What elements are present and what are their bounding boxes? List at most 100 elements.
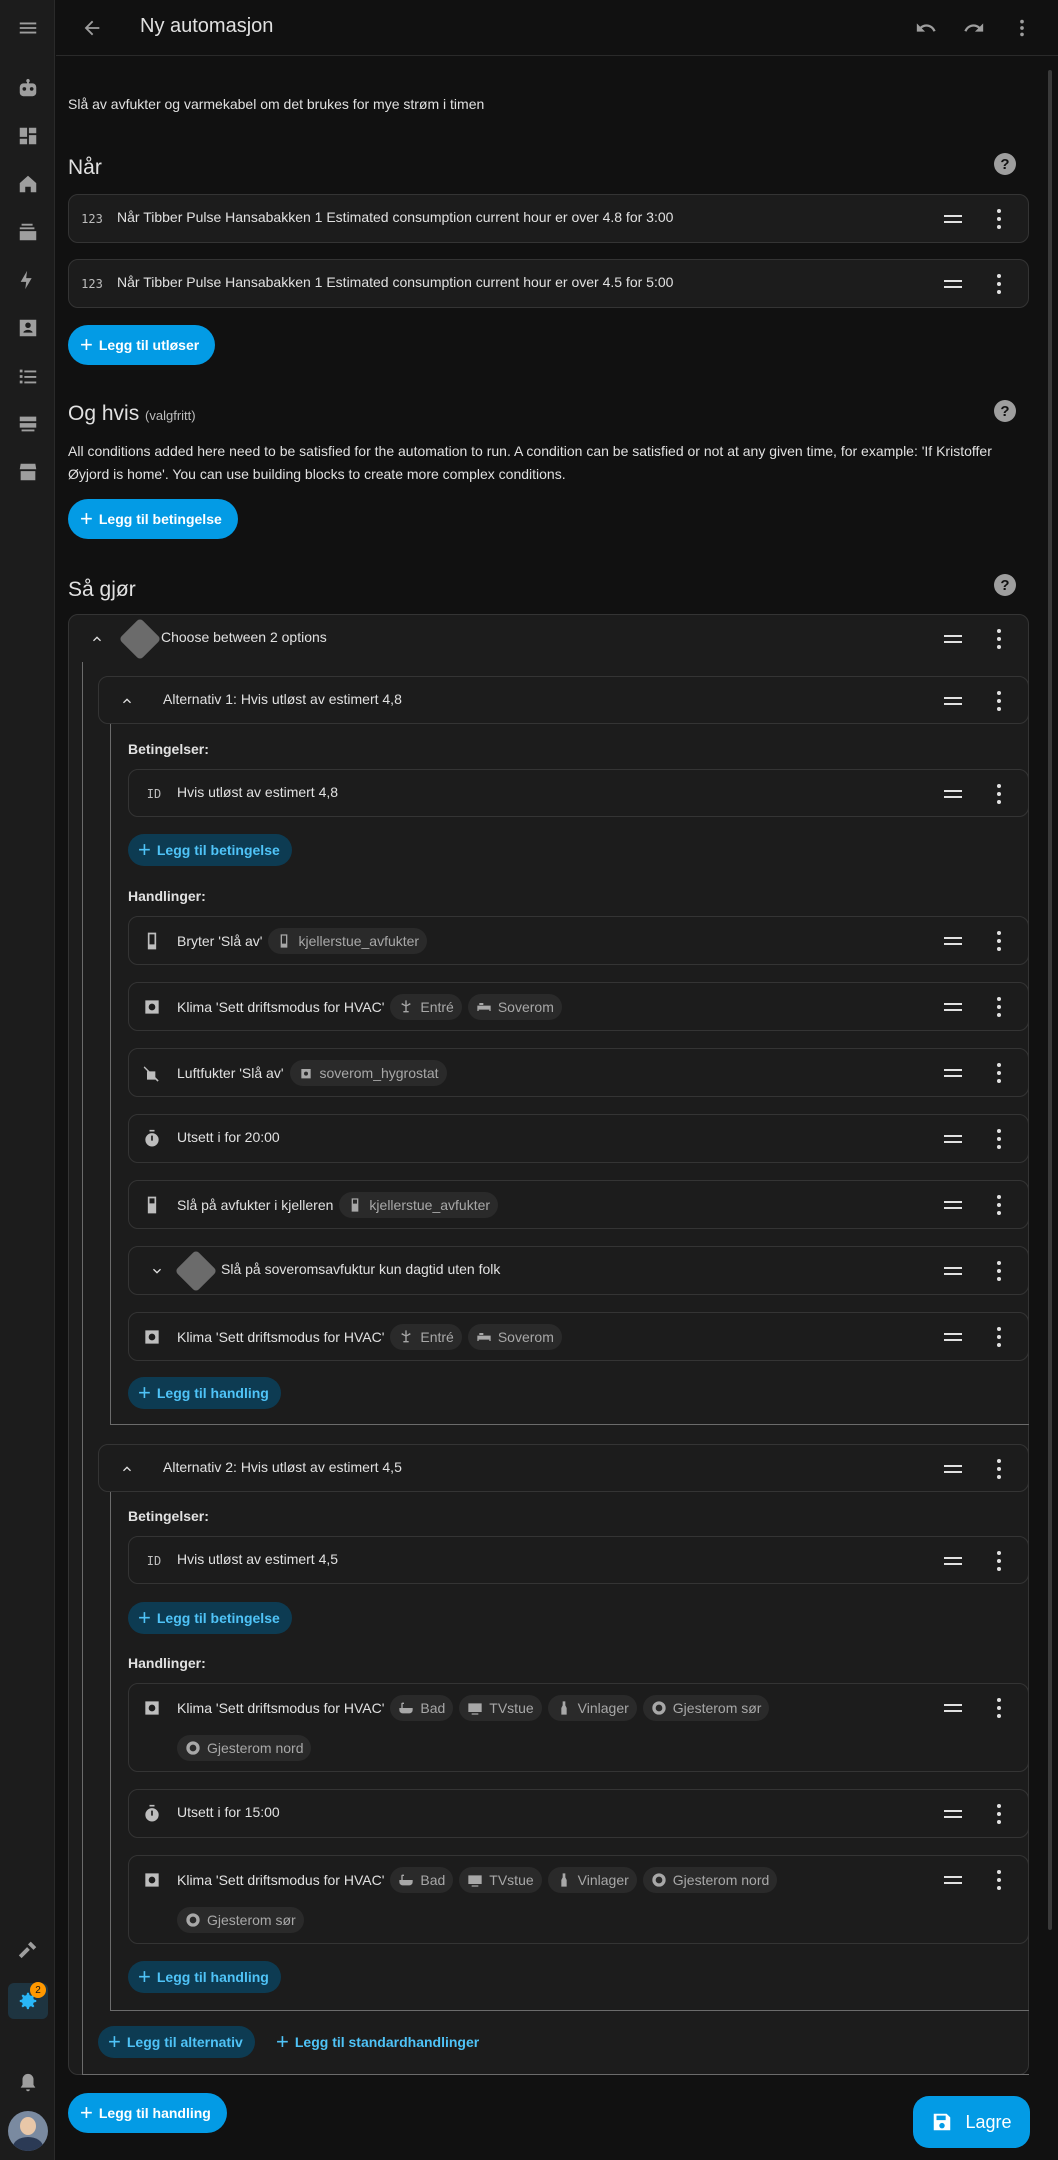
- drag-handle-icon[interactable]: [944, 1810, 962, 1818]
- avatar[interactable]: [8, 2111, 48, 2151]
- help-icon[interactable]: ?: [994, 400, 1016, 422]
- server-icon[interactable]: [14, 410, 42, 438]
- drag-handle-icon[interactable]: [944, 635, 962, 643]
- drag-handle-icon[interactable]: [944, 280, 962, 288]
- drag-handle-icon[interactable]: [944, 1876, 962, 1884]
- area-chip[interactable]: Vinlager: [547, 1867, 637, 1893]
- add-action-button[interactable]: + Legg til handling: [128, 1961, 281, 1993]
- action-card[interactable]: Klima 'Sett driftsmodus for HVAC' Entré So…: [128, 982, 1029, 1031]
- area-chip[interactable]: Entré: [390, 1324, 462, 1350]
- drag-handle-icon[interactable]: [944, 937, 962, 945]
- redo-icon[interactable]: [960, 14, 988, 42]
- add-action-button[interactable]: + Legg til handling: [128, 1377, 281, 1409]
- more-vert-icon[interactable]: [996, 1195, 1002, 1215]
- chevron-down-icon[interactable]: [149, 1263, 165, 1279]
- area-chip[interactable]: Bad: [390, 1867, 454, 1893]
- logbook-icon[interactable]: [14, 218, 42, 246]
- drag-handle-icon[interactable]: [944, 1201, 962, 1209]
- device-chip[interactable]: Gjesterom nord: [642, 1867, 778, 1893]
- add-condition-button[interactable]: + Legg til betingelse: [128, 1602, 292, 1634]
- more-vert-icon[interactable]: [996, 209, 1002, 229]
- action-card[interactable]: Bryter 'Slå av' kjellerstue_avfukter: [128, 916, 1029, 965]
- area-chip[interactable]: TVstue: [459, 1695, 542, 1721]
- robot-icon[interactable]: [14, 74, 42, 102]
- bell-icon[interactable]: [14, 2069, 42, 2097]
- add-default-actions-button[interactable]: + Legg til standardhandlinger: [276, 2026, 479, 2058]
- help-icon[interactable]: ?: [994, 153, 1016, 175]
- drag-handle-icon[interactable]: [944, 215, 962, 223]
- drag-handle-icon[interactable]: [944, 1333, 962, 1341]
- more-vert-icon[interactable]: [996, 1698, 1002, 1718]
- action-card[interactable]: Utsett i for 15:00: [128, 1789, 1029, 1838]
- drag-handle-icon[interactable]: [944, 1135, 962, 1143]
- back-arrow-icon[interactable]: [78, 14, 106, 42]
- more-vert-icon[interactable]: [996, 784, 1002, 804]
- option-header[interactable]: Alternativ 1: Hvis utløst av estimert 4,…: [98, 676, 1029, 724]
- save-button[interactable]: Lagre: [913, 2096, 1030, 2148]
- person-card-icon[interactable]: [14, 314, 42, 342]
- area-chip[interactable]: Soverom: [467, 1324, 562, 1350]
- more-vert-icon[interactable]: [996, 629, 1002, 649]
- action-card[interactable]: Klima 'Sett driftsmodus for HVAC' Bad TVst…: [128, 1683, 1029, 1772]
- more-vert-icon[interactable]: [996, 1804, 1002, 1824]
- action-card[interactable]: Slå på soveromsavfuktur kun dagtid uten …: [128, 1246, 1029, 1295]
- chevron-up-icon[interactable]: [89, 631, 105, 647]
- dashboard-icon[interactable]: [14, 122, 42, 150]
- drag-handle-icon[interactable]: [944, 1557, 962, 1565]
- add-trigger-button[interactable]: + Legg til utløser: [68, 325, 216, 365]
- more-vert-icon[interactable]: [996, 1870, 1002, 1890]
- entity-chip[interactable]: kjellerstue_avfukter: [268, 928, 428, 954]
- device-chip[interactable]: Gjesterom sør: [177, 1907, 304, 1933]
- undo-icon[interactable]: [912, 14, 940, 42]
- more-vert-icon[interactable]: [996, 931, 1002, 951]
- area-chip[interactable]: Soverom: [467, 994, 562, 1020]
- action-card[interactable]: Klima 'Sett driftsmodus for HVAC' Bad TVst…: [128, 1855, 1029, 1944]
- device-chip[interactable]: Gjesterom nord: [177, 1735, 312, 1761]
- drag-handle-icon[interactable]: [944, 1003, 962, 1011]
- action-card[interactable]: Utsett i for 20:00: [128, 1114, 1029, 1163]
- scrollbar[interactable]: [1048, 70, 1052, 1930]
- entity-chip[interactable]: soverom_hygrostat: [289, 1060, 447, 1086]
- drag-handle-icon[interactable]: [944, 1069, 962, 1077]
- energy-icon[interactable]: [14, 266, 42, 294]
- hammer-icon[interactable]: [14, 1935, 42, 1963]
- chevron-up-icon[interactable]: [119, 1461, 135, 1477]
- more-vert-icon[interactable]: [996, 1459, 1002, 1479]
- more-vert-icon[interactable]: [996, 274, 1002, 294]
- drag-handle-icon[interactable]: [944, 1704, 962, 1712]
- action-card[interactable]: Luftfukter 'Slå av' soverom_hygrostat: [128, 1048, 1029, 1097]
- more-vert-icon[interactable]: [996, 1129, 1002, 1149]
- action-card[interactable]: Slå på avfukter i kjelleren kjellerstue_a…: [128, 1180, 1029, 1229]
- entity-chip[interactable]: kjellerstue_avfukter: [339, 1192, 499, 1218]
- menu-icon[interactable]: [14, 14, 42, 42]
- drag-handle-icon[interactable]: [944, 1465, 962, 1473]
- add-condition-button[interactable]: + Legg til betingelse: [68, 499, 238, 539]
- drag-handle-icon[interactable]: [944, 1267, 962, 1275]
- condition-card[interactable]: ID Hvis utløst av estimert 4,8: [128, 769, 1029, 817]
- more-vert-icon[interactable]: [1008, 14, 1036, 42]
- add-option-button[interactable]: + Legg til alternativ: [98, 2026, 255, 2058]
- area-chip[interactable]: Entré: [390, 994, 462, 1020]
- action-card[interactable]: Klima 'Sett driftsmodus for HVAC' Entré So…: [128, 1312, 1029, 1361]
- home-map-icon[interactable]: [14, 170, 42, 198]
- option-header[interactable]: Alternativ 2: Hvis utløst av estimert 4,…: [98, 1444, 1029, 1492]
- trigger-card[interactable]: 123 Når Tibber Pulse Hansabakken 1 Estim…: [68, 194, 1029, 243]
- area-chip[interactable]: Vinlager: [547, 1695, 637, 1721]
- more-vert-icon[interactable]: [996, 997, 1002, 1017]
- more-vert-icon[interactable]: [996, 1327, 1002, 1347]
- more-vert-icon[interactable]: [996, 1063, 1002, 1083]
- device-chip[interactable]: Gjesterom sør: [642, 1695, 770, 1721]
- more-vert-icon[interactable]: [996, 1261, 1002, 1281]
- hacs-icon[interactable]: [14, 458, 42, 486]
- area-chip[interactable]: TVstue: [459, 1867, 542, 1893]
- help-icon[interactable]: ?: [994, 574, 1016, 596]
- choose-header[interactable]: Choose between 2 options: [69, 615, 1028, 663]
- todo-list-icon[interactable]: [14, 362, 42, 390]
- area-chip[interactable]: Bad: [390, 1695, 454, 1721]
- add-condition-button[interactable]: + Legg til betingelse: [128, 834, 292, 866]
- chevron-up-icon[interactable]: [119, 693, 135, 709]
- drag-handle-icon[interactable]: [944, 790, 962, 798]
- more-vert-icon[interactable]: [996, 691, 1002, 711]
- condition-card[interactable]: ID Hvis utløst av estimert 4,5: [128, 1536, 1029, 1584]
- drag-handle-icon[interactable]: [944, 697, 962, 705]
